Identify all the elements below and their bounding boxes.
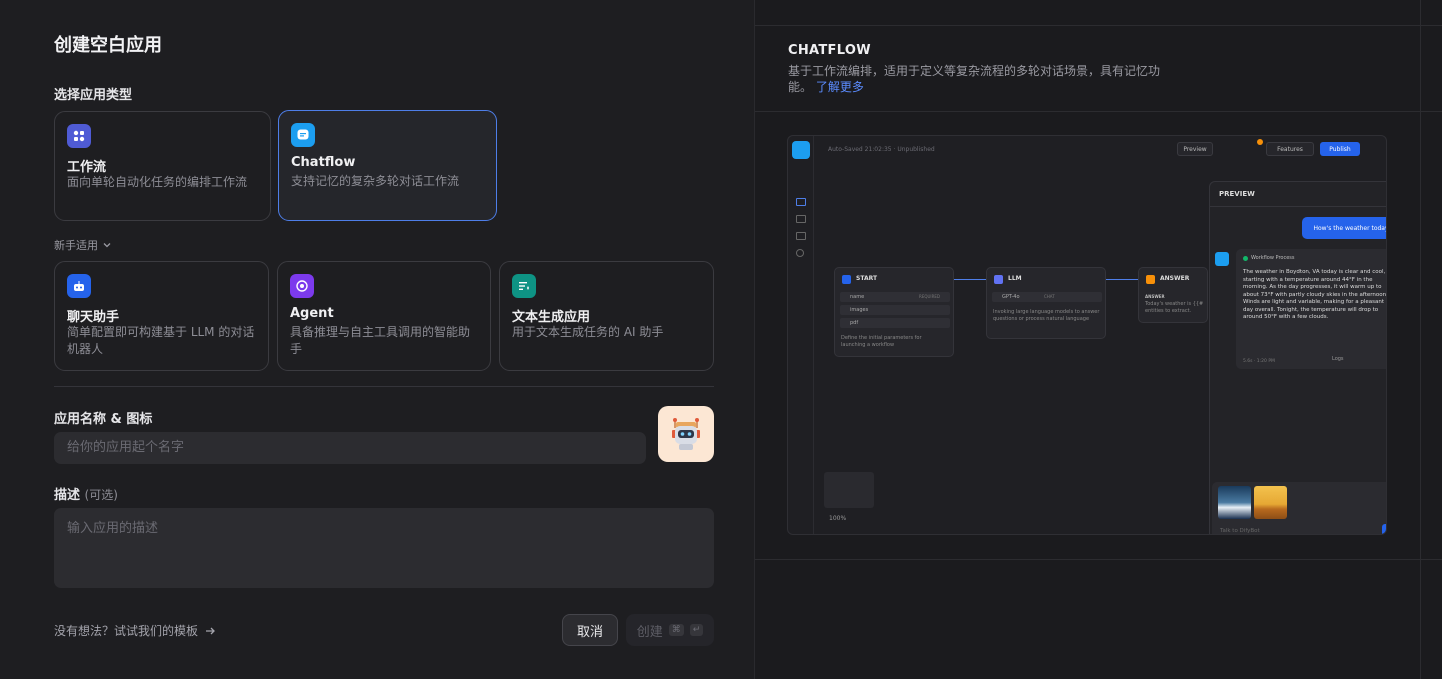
features-button: Features <box>1266 142 1314 156</box>
grid-line <box>755 25 1442 26</box>
llm-model: GPT-4o CHAT <box>992 292 1102 302</box>
cancel-button[interactable]: 取消 <box>562 614 618 646</box>
text-generation-icon <box>512 274 536 298</box>
arrow-right-icon <box>206 627 215 634</box>
type-desc: 用于文本生成任务的 AI 助手 <box>512 325 664 339</box>
minimap <box>824 472 874 508</box>
zoom-level: 100% <box>829 514 847 522</box>
chatflow-icon <box>291 123 315 147</box>
preview-sidebar <box>788 136 814 534</box>
description-textarea[interactable]: 输入应用的描述 <box>54 508 714 588</box>
canvas-toolbar: 100% <box>824 511 1024 525</box>
robot-icon <box>672 418 700 450</box>
chat-assistant-icon <box>67 274 91 298</box>
autosave-status: Auto-Saved 21:02:35 · Unpublished <box>828 146 935 153</box>
grid-line <box>755 559 1442 560</box>
attached-image <box>1254 486 1287 519</box>
grid-line <box>1420 0 1421 679</box>
sidebar-icon <box>796 232 806 240</box>
preview-description: 基于工作流编排，适用于定义等复杂流程的多轮对话场景，具有记忆功能。 了解更多 <box>788 64 1161 94</box>
optional-tag: (可选) <box>84 488 118 502</box>
llm-node-desc: Invoking large language models to answer… <box>993 309 1100 322</box>
workflow-process: Workflow Process <box>1243 255 1295 261</box>
app-name-label: 应用名称 & 图标 <box>54 412 153 427</box>
bot-avatar-icon <box>792 141 810 159</box>
type-title: 聊天助手 <box>67 310 120 325</box>
template-link[interactable]: 没有想法？试试我们的模板 <box>54 622 216 639</box>
workflow-icon <box>67 124 91 148</box>
type-title: Chatflow <box>291 155 356 170</box>
sidebar-icon <box>796 198 806 206</box>
create-app-dialog: 创建空白应用 选择应用类型 工作流 面向单轮自动化任务的编排工作流 Chatfl… <box>0 0 754 679</box>
bot-message: Workflow Process The weather in Boydton,… <box>1236 249 1387 369</box>
start-node-title: START <box>856 275 878 282</box>
chevron-down-icon <box>103 243 111 248</box>
check-icon <box>1243 255 1248 261</box>
type-desc: 简单配置即可构建基于 LLM 的对话机器人 <box>67 325 255 356</box>
beginner-toggle[interactable]: 新手适用 <box>54 237 112 253</box>
type-desc: 面向单轮自动化任务的编排工作流 <box>67 175 248 189</box>
description-label: 描述 (可选) <box>54 488 118 503</box>
type-title: Agent <box>290 306 334 321</box>
answer-label: ANSWER <box>1145 294 1165 299</box>
chat-input-box: Talk to DifyBot <box>1212 482 1386 534</box>
start-node-desc: Define the initial parameters for launch… <box>841 335 922 348</box>
type-card-workflow[interactable]: 工作流 面向单轮自动化任务的编排工作流 <box>54 111 271 221</box>
start-field: name REQUIRED <box>840 292 950 302</box>
message-meta: 5.6s · 1:20 PM <box>1243 359 1275 364</box>
sidebar-icon <box>796 215 806 223</box>
preview-panel-title: PREVIEW <box>1219 190 1255 198</box>
sidebar-icon <box>796 249 804 257</box>
chatflow-preview-image: Auto-Saved 21:02:35 · Unpublished Previe… <box>787 135 1387 535</box>
chat-input-placeholder: Talk to DifyBot <box>1220 528 1260 534</box>
enter-key: ↵ <box>689 624 704 636</box>
app-icon-picker[interactable] <box>658 406 714 462</box>
attached-image <box>1218 486 1251 519</box>
beginner-label: 新手适用 <box>54 239 98 252</box>
create-button[interactable]: 创建 ⌘ ↵ <box>626 614 714 646</box>
logs-button: Logs <box>1332 356 1344 362</box>
app-name-input[interactable]: 给你的应用起个名字 <box>54 432 646 464</box>
preview-button: Preview <box>1177 142 1213 156</box>
preview-chat-panel: PREVIEW How's the weather today Workflow… <box>1209 181 1387 534</box>
answer-text: Today's weather is {{# entities to extrac… <box>1145 301 1204 314</box>
notification-dot <box>1257 139 1263 145</box>
start-field: pdf <box>840 318 950 328</box>
agent-icon <box>290 274 314 298</box>
type-title: 工作流 <box>67 160 107 175</box>
cmd-key: ⌘ <box>668 624 684 636</box>
learn-more-link[interactable]: 了解更多 <box>816 80 864 94</box>
llm-node-title: LLM <box>1008 275 1022 282</box>
start-node: START name REQUIRED images pdf Define the… <box>834 267 954 357</box>
divider <box>54 386 714 387</box>
type-card-chat-assistant[interactable]: 聊天助手 简单配置即可构建基于 LLM 的对话机器人 <box>54 261 269 371</box>
app-type-label: 选择应用类型 <box>54 88 133 103</box>
type-card-chatflow[interactable]: Chatflow 支持记忆的复杂多轮对话工作流 <box>278 110 497 221</box>
answer-node-title: ANSWER <box>1160 275 1190 282</box>
grid-line <box>755 111 1442 112</box>
bot-message-text: The weather in Boydton, VA today is clea… <box>1243 269 1387 320</box>
edge <box>954 279 986 280</box>
type-card-text-generation[interactable]: 文本生成应用 用于文本生成任务的 AI 助手 <box>499 261 714 371</box>
preview-title: CHATFLOW <box>788 43 871 58</box>
answer-node: ANSWER ANSWER Today's weather is {{# enti… <box>1138 267 1208 323</box>
start-field: images <box>840 305 950 315</box>
edge <box>1106 279 1138 280</box>
type-title: 文本生成应用 <box>512 310 591 325</box>
start-node-icon <box>842 275 851 284</box>
dialog-title: 创建空白应用 <box>54 35 162 56</box>
type-desc: 具备推理与自主工具调用的智能助手 <box>290 325 471 356</box>
publish-button: Publish <box>1320 142 1360 156</box>
type-card-agent[interactable]: Agent 具备推理与自主工具调用的智能助手 <box>277 261 491 371</box>
user-message: How's the weather today <box>1302 217 1386 239</box>
llm-node: LLM GPT-4o CHAT Invoking large language m… <box>986 267 1106 339</box>
type-desc: 支持记忆的复杂多轮对话工作流 <box>291 174 460 188</box>
divider <box>1210 206 1386 207</box>
llm-node-icon <box>994 275 1003 284</box>
bot-avatar-icon <box>1215 252 1229 266</box>
answer-node-icon <box>1146 275 1155 284</box>
